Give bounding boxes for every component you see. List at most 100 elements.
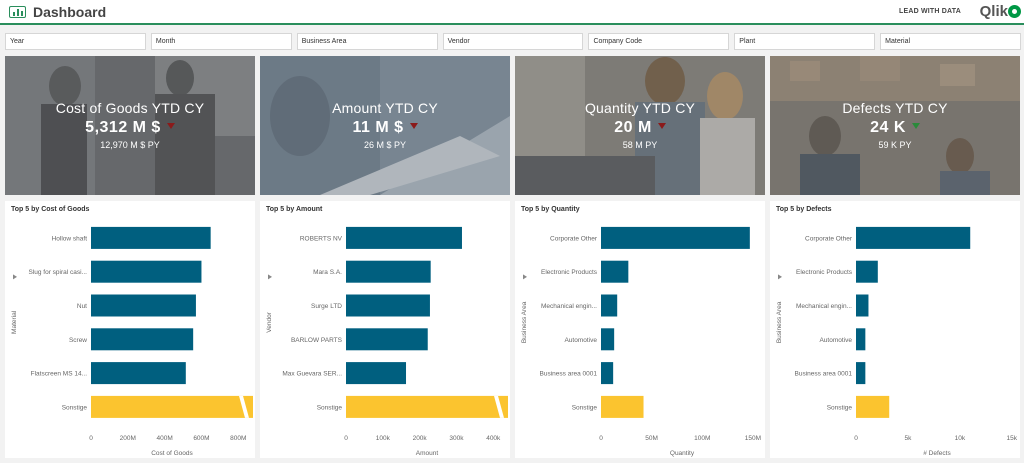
tick-label: 10k [955, 435, 966, 442]
tick-label: 0 [344, 435, 348, 442]
kpi-amount[interactable]: Amount YTD CY 11 M $ 26 M $ PY [260, 56, 510, 195]
tick-label: 150M [745, 435, 761, 442]
kpi-value: 11 M $ [260, 119, 510, 137]
tick-label: 100k [376, 435, 391, 442]
tick-label: 200M [120, 435, 136, 442]
bar-chart-icon [9, 5, 26, 18]
chart-top5-amount[interactable]: Top 5 by Amount ROBERTS NV Mara S.A. Surge… [260, 201, 510, 458]
category-label: Max Guevara SER... [282, 371, 342, 378]
filter-bar: Year Month Business Area Vendor Company … [5, 33, 1022, 50]
kpi-quantity[interactable]: Quantity YTD CY 20 M 58 M PY [515, 56, 765, 195]
category-label: Mechanical engin... [796, 303, 852, 310]
tick-label: 400M [157, 435, 173, 442]
filter-business-area[interactable]: Business Area [296, 33, 438, 50]
filter-plant[interactable]: Plant [734, 33, 876, 50]
page-title: Dashboard [33, 3, 107, 20]
bar [91, 294, 196, 317]
y-axis-label: Business Area [521, 301, 528, 343]
bar [856, 362, 866, 385]
chart-top5-quantity[interactable]: Top 5 by Quantity Corporate Other Electro… [515, 201, 765, 458]
bar [346, 226, 462, 249]
collapse-arrow-icon [778, 274, 782, 280]
kpi-label: Amount YTD CY [332, 100, 438, 116]
tick-label: 50M [645, 435, 658, 442]
kpi-previous-year: 26 M $ PY [363, 140, 407, 150]
bar [91, 328, 194, 351]
y-axis-label: Material [11, 310, 18, 334]
bar [91, 226, 211, 249]
brand-logo: Qlik [979, 3, 1008, 20]
tick-label: 0 [599, 435, 603, 442]
category-label: Flatscreen MS 14... [31, 371, 88, 378]
bar [346, 395, 508, 418]
bar [856, 395, 890, 418]
kpi-previous-year: 59 K PY [878, 140, 912, 150]
kpi-value: 20 M [515, 119, 765, 137]
tick-label: 0 [89, 435, 93, 442]
category-label: Business area 0001 [540, 371, 598, 378]
category-label: Sonstige [317, 404, 343, 411]
y-axis-label: Vendor [266, 311, 273, 332]
category-label: Automotive [819, 337, 852, 344]
tick-label: 400k [486, 435, 501, 442]
trend-indicator-icon [911, 123, 920, 129]
kpi-previous-year: 58 M PY [622, 140, 658, 150]
qlik-logo-icon [1008, 5, 1021, 18]
bar [601, 362, 614, 385]
category-label: Corporate Other [805, 235, 853, 242]
tick-label: 100M [694, 435, 710, 442]
category-label: Surge LTD [311, 303, 342, 310]
kpi-value: 24 K [770, 119, 1020, 137]
trend-down-icon [166, 123, 175, 129]
trend-down-icon [657, 123, 666, 129]
kpi-label: Defects YTD CY [842, 100, 948, 116]
kpi-previous-year: 12,970 M $ PY [100, 140, 160, 150]
top-bar: Dashboard LEAD WITH DATA Qlik [0, 0, 1024, 25]
chart-top5-cost-of-goods[interactable]: Top 5 by Cost of Goods Hollow shaft Slug … [5, 201, 255, 458]
chart-top5-defects[interactable]: Top 5 by Defects Corporate Other Electron… [770, 201, 1020, 458]
category-label: Sonstige [827, 404, 853, 411]
x-axis-label: # Defects [923, 450, 951, 457]
tagline: LEAD WITH DATA [898, 8, 961, 15]
filter-vendor[interactable]: Vendor [442, 33, 584, 50]
category-label: Hollow shaft [52, 235, 88, 242]
category-label: Slug for spiral casi... [28, 269, 87, 276]
bar [91, 395, 253, 418]
bar-chart: Corporate Other Electronic Products Mechan… [521, 226, 761, 457]
bar [601, 226, 750, 249]
tick-label: 0 [854, 435, 858, 442]
category-label: Business area 0001 [795, 371, 853, 378]
bar [856, 260, 878, 283]
kpi-label: Cost of Goods YTD CY [55, 100, 205, 116]
bar [91, 260, 202, 283]
category-label: Screw [69, 337, 87, 344]
bar [601, 395, 644, 418]
filter-year[interactable]: Year [5, 33, 146, 50]
tick-label: 800M [230, 435, 246, 442]
filter-month[interactable]: Month [150, 33, 292, 50]
bar [346, 260, 431, 283]
collapse-arrow-icon [13, 274, 17, 280]
bar [601, 260, 629, 283]
filter-material[interactable]: Material [880, 33, 1022, 50]
tick-label: 600M [193, 435, 209, 442]
kpi-value: 5,312 M $ [5, 119, 255, 137]
category-label: Electronic Products [541, 269, 598, 276]
bar-chart: ROBERTS NV Mara S.A. Surge LTD BARLOW PARTS… [266, 226, 508, 457]
category-label: Sonstige [62, 404, 88, 411]
bar [346, 294, 430, 317]
category-label: ROBERTS NV [300, 235, 343, 242]
filter-company-code[interactable]: Company Code [588, 33, 730, 50]
collapse-arrow-icon [523, 274, 527, 280]
x-axis-label: Cost of Goods [151, 450, 193, 457]
category-label: Corporate Other [550, 235, 598, 242]
kpi-cost-of-goods[interactable]: Cost of Goods YTD CY 5,312 M $ 12,970 M … [5, 56, 255, 195]
category-label: Sonstige [572, 404, 598, 411]
x-axis-label: Amount [416, 450, 439, 457]
collapse-arrow-icon [268, 274, 272, 280]
bar [856, 294, 869, 317]
kpi-defects[interactable]: Defects YTD CY 24 K 59 K PY [770, 56, 1020, 195]
category-label: Nut [77, 303, 87, 310]
bar-chart: Corporate Other Electronic Products Mechan… [776, 226, 1018, 457]
tick-label: 15k [1007, 435, 1018, 442]
